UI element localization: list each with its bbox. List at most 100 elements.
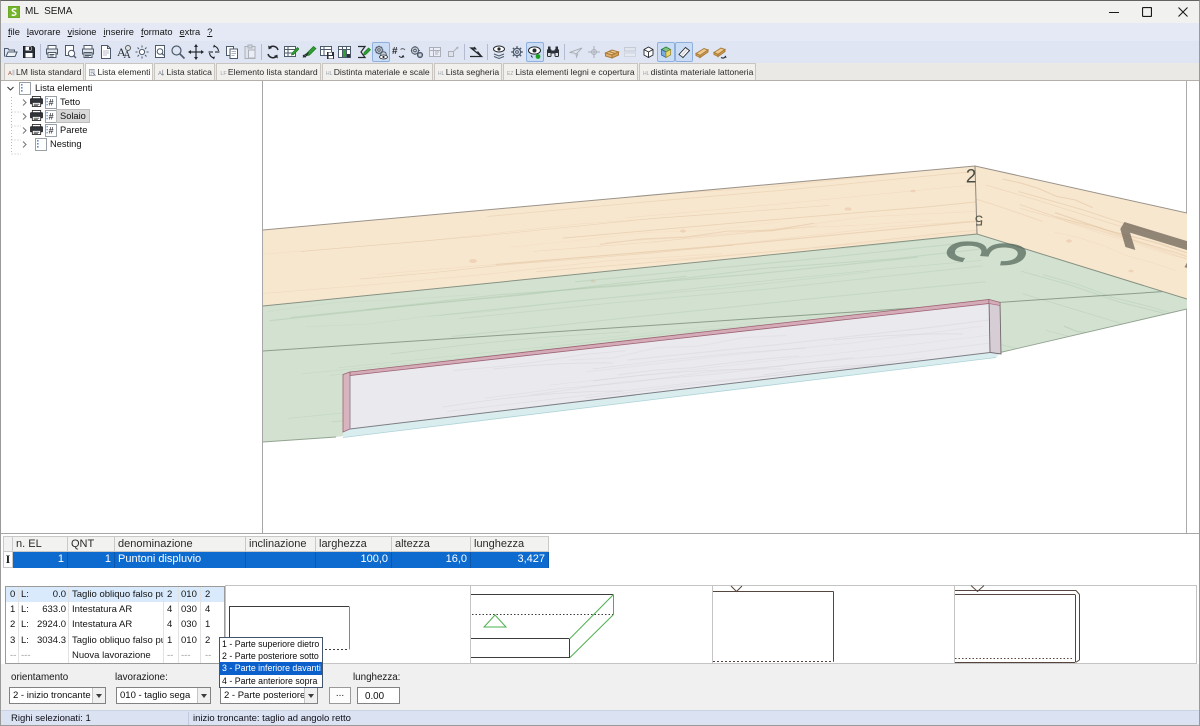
cell-n_el[interactable]: 1 [13, 552, 68, 568]
chevron-right-icon[interactable] [20, 98, 29, 107]
refresh-button[interactable] [264, 42, 282, 62]
zoom-icon [170, 44, 186, 60]
tree-item-nesting[interactable]: Nesting [1, 138, 261, 152]
menu-lavorare[interactable]: lavorare [27, 25, 61, 39]
col-header-lunghezza[interactable]: lunghezza [471, 536, 549, 552]
col-header-larghezza[interactable]: larghezza [316, 536, 392, 552]
timber-rotate-button[interactable] [711, 42, 729, 62]
chevron-right-icon[interactable] [20, 140, 29, 149]
chevron-right-icon[interactable] [20, 126, 29, 135]
minimize-button[interactable] [1099, 1, 1129, 22]
operation-value: 0.0 [29, 589, 66, 600]
operation-row-new[interactable]: -----Nuova lavorazione------- [6, 648, 224, 663]
print-list-button[interactable] [79, 42, 97, 62]
beam-right-end[interactable] [989, 300, 1001, 355]
tree-item-tetto[interactable]: #Tetto [1, 96, 261, 110]
brightness-button[interactable] [133, 42, 151, 62]
col-header-inclinazione[interactable]: inclinazione [246, 536, 316, 552]
binoculars-button[interactable] [544, 42, 562, 62]
viewport-3d[interactable]: 2 5 3 1 [263, 81, 1187, 533]
eye-marker-button[interactable] [526, 42, 544, 62]
chevron-right-icon[interactable] [20, 112, 29, 121]
svg-text:#: # [49, 126, 54, 136]
combo-arrow[interactable] [92, 688, 105, 703]
sigma-pen-button[interactable] [354, 42, 372, 62]
tab-lista-elementi[interactable]: Lista elementi [85, 63, 153, 80]
table-edit-button[interactable] [282, 42, 300, 62]
operation-row-3[interactable]: 3L:3034.3Taglio obliquo falso pu10102 [6, 633, 224, 648]
lunghezza-input[interactable]: 0.00 [357, 687, 400, 704]
cube-color-button[interactable] [657, 42, 675, 62]
tab-lm-lista-standard[interactable]: ALM lista standard [4, 63, 84, 80]
copy-button[interactable] [223, 42, 241, 62]
tab-elemento-lista-standard[interactable]: LFElemento lista standard [216, 63, 321, 80]
print-button[interactable] [43, 42, 61, 62]
menu-file[interactable]: file [8, 25, 20, 39]
combo-arrow[interactable] [197, 688, 210, 703]
col-header-altezza[interactable]: altezza [392, 536, 471, 552]
col-header-denominazione[interactable]: denominazione [115, 536, 246, 552]
cell-denominazione[interactable]: Puntoni displuvio [115, 552, 246, 568]
table-columns-button[interactable] [336, 42, 354, 62]
menu-visione[interactable]: visione [68, 25, 97, 39]
menu-formato[interactable]: formato [141, 25, 173, 39]
table-save-button[interactable] [318, 42, 336, 62]
angle-tool-button[interactable] [467, 42, 485, 62]
tab-lista-statica[interactable]: ALista statica [154, 63, 214, 80]
cell-larghezza[interactable]: 100,0 [316, 552, 392, 568]
dropdown-option-2[interactable]: 2 - Parte posteriore sotto [220, 650, 322, 662]
chevron-down-icon[interactable] [6, 84, 15, 93]
cube-wire-button[interactable] [639, 42, 657, 62]
pan-button[interactable] [187, 42, 205, 62]
cell-lunghezza[interactable]: 3,427 [471, 552, 549, 568]
cube-wire-icon [640, 44, 656, 60]
tree-item-solaio[interactable]: #Solaio [1, 110, 261, 124]
eraser-button[interactable] [675, 42, 693, 62]
hash-recalc-button[interactable]: # [390, 42, 408, 62]
zoom-button[interactable] [169, 42, 187, 62]
operation-row-1[interactable]: 1L:633.0Intestatura AR40304 [6, 602, 224, 617]
tab-distinta-materiale-lattoneria[interactable]: HLdistinta materiale lattoneria [639, 63, 757, 80]
tab-lista-segheria[interactable]: HLLista segheria [434, 63, 503, 80]
timber-joint-button[interactable] [603, 42, 621, 62]
save-button[interactable] [20, 42, 38, 62]
menu-?[interactable]: ? [207, 25, 212, 39]
tab-distinta-materiale-e-scale[interactable]: HLDistinta materiale e scale [322, 63, 433, 80]
rotate-view-button[interactable] [205, 42, 223, 62]
font-button[interactable]: AA [115, 42, 133, 62]
dropdown-option-1[interactable]: 1 - Parte superiore dietro [220, 638, 322, 650]
menu-extra[interactable]: extra [180, 25, 201, 39]
dropdown-option-4[interactable]: 4 - Parte anteriore sopra [220, 675, 322, 687]
orientamento-combo[interactable]: 2 - inizio troncante [9, 687, 106, 704]
open-button[interactable] [2, 42, 20, 62]
more-button[interactable]: ... [329, 687, 351, 704]
zoom-page-button[interactable] [151, 42, 169, 62]
beam-left-end[interactable] [343, 372, 350, 432]
cell-inclinazione[interactable] [246, 552, 316, 568]
operation-row-2[interactable]: 2L:2924.0Intestatura AR40301 [6, 617, 224, 632]
col-header-qnt[interactable]: QNT [68, 536, 115, 552]
tree-item-lista-elementi[interactable]: Lista elementi [1, 82, 261, 96]
title-bar: ML SEMA [1, 1, 1199, 23]
dropdown-option-3[interactable]: 3 - Parte inferiore davanti [220, 662, 322, 674]
timber-piece-button[interactable] [693, 42, 711, 62]
tab-lista-elementi-legni-e-copertura[interactable]: EZLista elementi legni e copertura [503, 63, 637, 80]
col-header-n_el[interactable]: n. EL [13, 536, 68, 552]
eye-layers-button[interactable] [490, 42, 508, 62]
tree-item-parete[interactable]: #Parete [1, 124, 261, 138]
gears-eye-button[interactable] [372, 42, 390, 62]
operation-row-0[interactable]: 0L:0.0Taglio obliquo falso pu20102 [6, 587, 224, 602]
parte-combo[interactable]: 2 - Parte posteriore so [220, 687, 318, 704]
maximize-button[interactable] [1132, 1, 1162, 22]
page-setup-button[interactable] [97, 42, 115, 62]
combo-arrow[interactable] [304, 688, 317, 703]
pen-check-button[interactable] [300, 42, 318, 62]
close-button[interactable] [1168, 1, 1198, 22]
gear-button[interactable] [508, 42, 526, 62]
lavorazione-combo[interactable]: 010 - taglio sega [116, 687, 211, 704]
cell-qnt[interactable]: 1 [68, 552, 115, 568]
menu-inserire[interactable]: inserire [103, 25, 134, 39]
gears-pair-button[interactable] [408, 42, 426, 62]
cell-altezza[interactable]: 16,0 [392, 552, 471, 568]
print-preview-button[interactable] [61, 42, 79, 62]
